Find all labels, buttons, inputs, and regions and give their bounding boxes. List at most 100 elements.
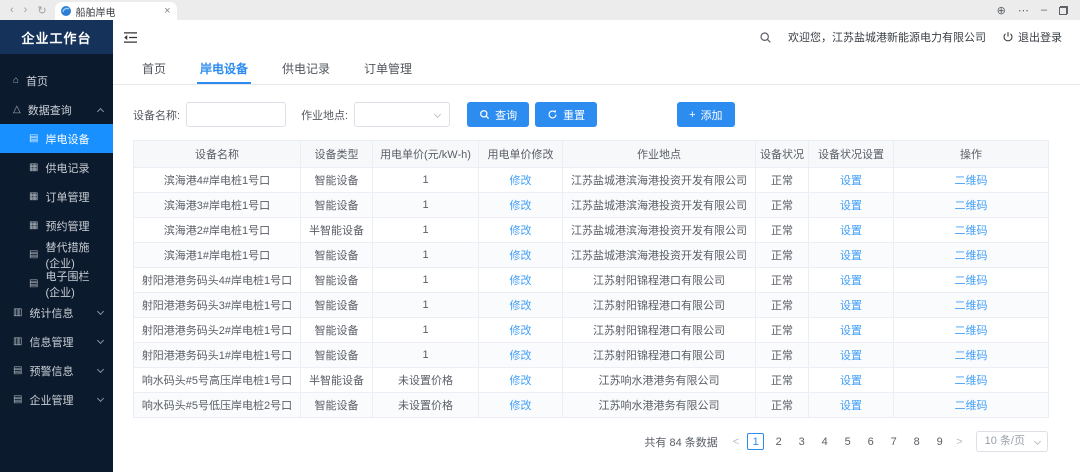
setting-link[interactable]: 设置 [840, 300, 862, 312]
tab-2[interactable]: 供电记录 [279, 54, 333, 84]
sidebar-item-power-supply-records[interactable]: ▦供电记录 [0, 153, 113, 182]
search-button[interactable]: 查询 [467, 102, 529, 127]
prev-page-icon[interactable]: < [728, 436, 744, 448]
sidebar-menu: ⌂首页△数据查询▤岸电设备▦供电记录▦订单管理▦预约管理▤替代措施(企业)▤电子… [0, 54, 113, 414]
search-icon[interactable] [759, 31, 772, 44]
device-name-input[interactable] [186, 102, 286, 127]
modify-link[interactable]: 修改 [510, 225, 532, 237]
setting-link[interactable]: 设置 [840, 275, 862, 287]
close-tab-icon[interactable]: × [164, 5, 170, 17]
chevron-up-icon [97, 107, 104, 114]
power-icon [1002, 31, 1014, 43]
device-table: 设备名称设备类型用电单价(元/kW-h)用电单价修改作业地点设备状况设备状况设置… [133, 140, 1049, 418]
qrcode-link[interactable]: 二维码 [955, 375, 988, 387]
modify-link[interactable]: 修改 [510, 175, 532, 187]
modify-link-cell: 修改 [479, 368, 563, 393]
page-9[interactable]: 9 [931, 433, 948, 450]
modify-link[interactable]: 修改 [510, 375, 532, 387]
setting-link[interactable]: 设置 [840, 400, 862, 412]
device-type: 智能设备 [301, 293, 373, 318]
filter-row: 设备名称: 作业地点: 查询 重置 + 添加 [133, 102, 1080, 127]
modify-link[interactable]: 修改 [510, 400, 532, 412]
plus-icon: + [689, 109, 695, 121]
sidebar-item-statistics-info[interactable]: ▥统计信息 [0, 298, 113, 327]
tab-3[interactable]: 订单管理 [361, 54, 415, 84]
sidebar-item-enterprise-management[interactable]: ▤企业管理 [0, 385, 113, 414]
qrcode-link[interactable]: 二维码 [955, 175, 988, 187]
sidebar-item-info-management[interactable]: ▥信息管理 [0, 327, 113, 356]
modify-link[interactable]: 修改 [510, 275, 532, 287]
modify-link[interactable]: 修改 [510, 350, 532, 362]
setting-link[interactable]: 设置 [840, 175, 862, 187]
qrcode-link-cell: 二维码 [894, 193, 1049, 218]
page-7[interactable]: 7 [885, 433, 902, 450]
setting-link[interactable]: 设置 [840, 350, 862, 362]
device-type: 半智能设备 [301, 368, 373, 393]
qrcode-link[interactable]: 二维码 [955, 275, 988, 287]
page-4[interactable]: 4 [816, 433, 833, 450]
modify-link[interactable]: 修改 [510, 300, 532, 312]
modify-link-cell: 修改 [479, 243, 563, 268]
add-button[interactable]: + 添加 [677, 102, 734, 127]
setting-link[interactable]: 设置 [840, 225, 862, 237]
sidebar-item-label: 电子围栏(企业) [45, 268, 103, 300]
qrcode-link[interactable]: 二维码 [955, 325, 988, 337]
page-5[interactable]: 5 [839, 433, 856, 450]
device-name: 滨海港1#岸电桩1号口 [134, 243, 301, 268]
modify-link[interactable]: 修改 [510, 325, 532, 337]
tab-0[interactable]: 首页 [139, 54, 169, 84]
page-3[interactable]: 3 [793, 433, 810, 450]
page-8[interactable]: 8 [908, 433, 925, 450]
setting-link[interactable]: 设置 [840, 325, 862, 337]
back-icon[interactable]: ‹ [10, 4, 14, 16]
setting-link-cell: 设置 [809, 243, 894, 268]
sidebar-item-shore-power-devices[interactable]: ▤岸电设备 [0, 124, 113, 153]
setting-link[interactable]: 设置 [840, 250, 862, 262]
qrcode-link[interactable]: 二维码 [955, 400, 988, 412]
globe-icon[interactable]: ⊕ [997, 4, 1006, 17]
qrcode-link[interactable]: 二维码 [955, 250, 988, 262]
qrcode-link[interactable]: 二维码 [955, 225, 988, 237]
restore-window-icon[interactable] [1059, 6, 1068, 15]
device-name-label: 设备名称: [133, 107, 180, 123]
device-name: 响水码头#5号高压岸电桩1号口 [134, 368, 301, 393]
tab-1[interactable]: 岸电设备 [197, 54, 251, 84]
browser-window-controls: ⊕ ⋯ – [997, 0, 1080, 20]
work-location: 江苏射阳锦程港口有限公司 [563, 293, 756, 318]
qrcode-link-cell: 二维码 [894, 218, 1049, 243]
next-page-icon[interactable]: > [951, 436, 967, 448]
page-1[interactable]: 1 [747, 433, 764, 450]
more-menu-icon[interactable]: ⋯ [1018, 4, 1029, 17]
unit-price: 1 [373, 168, 479, 193]
reset-button[interactable]: 重置 [535, 102, 597, 127]
sidebar-item-data-query[interactable]: △数据查询 [0, 95, 113, 124]
page-2[interactable]: 2 [770, 433, 787, 450]
logout-button[interactable]: 退出登录 [1002, 29, 1062, 45]
location-select[interactable] [354, 102, 450, 127]
column-header: 设备名称 [134, 141, 301, 168]
collapse-sidebar-icon[interactable] [123, 31, 138, 44]
sidebar-item-alternative-measures[interactable]: ▤替代措施(企业) [0, 240, 113, 269]
qrcode-link[interactable]: 二维码 [955, 350, 988, 362]
table-row: 响水码头#5号高压岸电桩1号口半智能设备未设置价格修改江苏响水港港务有限公司正常… [134, 368, 1049, 393]
minimize-icon[interactable]: – [1041, 4, 1047, 16]
forward-icon[interactable]: › [24, 4, 28, 16]
sidebar-item-order-management[interactable]: ▦订单管理 [0, 182, 113, 211]
table-row: 射阳港港务码头3#岸电桩1号口智能设备1修改江苏射阳锦程港口有限公司正常设置二维… [134, 293, 1049, 318]
setting-link[interactable]: 设置 [840, 375, 862, 387]
setting-link[interactable]: 设置 [840, 200, 862, 212]
sidebar-item-home[interactable]: ⌂首页 [0, 66, 113, 95]
device-status: 正常 [756, 218, 809, 243]
qrcode-link[interactable]: 二维码 [955, 300, 988, 312]
modify-link[interactable]: 修改 [510, 200, 532, 212]
modify-link[interactable]: 修改 [510, 250, 532, 262]
sidebar-item-warning-info[interactable]: ▤预警信息 [0, 356, 113, 385]
refresh-icon[interactable]: ↻ [37, 4, 46, 17]
sidebar-item-label: 订单管理 [45, 189, 89, 205]
page-size-select[interactable]: 10 条/页 [976, 431, 1048, 452]
sidebar-item-electronic-fence[interactable]: ▤电子围栏(企业) [0, 269, 113, 298]
page-6[interactable]: 6 [862, 433, 879, 450]
qrcode-link[interactable]: 二维码 [955, 200, 988, 212]
sidebar-item-reservation-management[interactable]: ▦预约管理 [0, 211, 113, 240]
browser-tab[interactable]: 船舶岸电 × [55, 2, 177, 20]
